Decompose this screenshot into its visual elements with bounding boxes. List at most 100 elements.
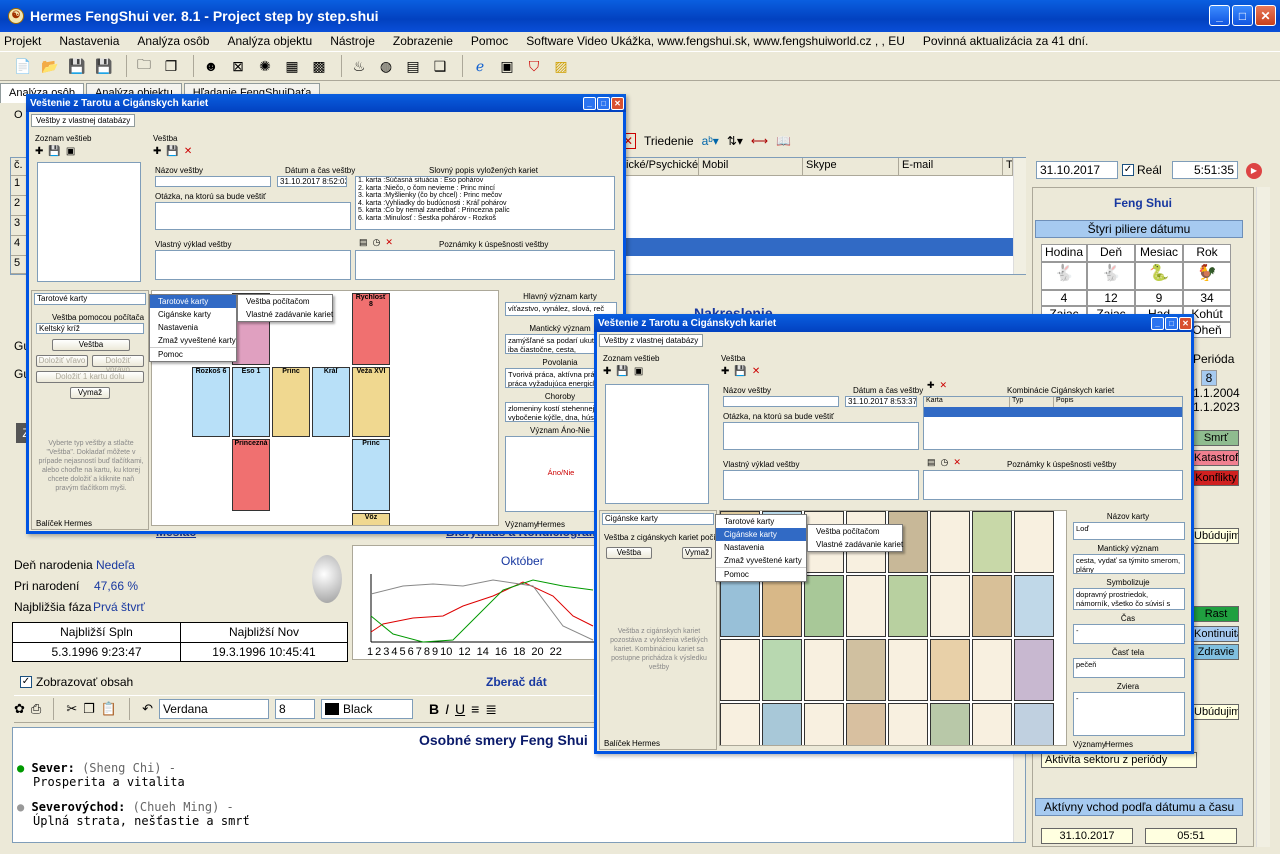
tarot-card[interactable]: Princezná bbox=[232, 439, 270, 511]
shield-icon[interactable]: ⛉ bbox=[523, 55, 545, 77]
dlg2-save2-icon[interactable]: 💾 bbox=[734, 366, 746, 377]
gypsy-card[interactable] bbox=[846, 703, 886, 745]
row-number[interactable]: 3 bbox=[11, 216, 27, 236]
dlg2-vyklad-input[interactable] bbox=[723, 470, 919, 500]
dlg1-vyznamy-tab[interactable]: Významy bbox=[505, 520, 538, 529]
cube-icon[interactable]: ▨ bbox=[550, 55, 572, 77]
menu-nastavenia[interactable]: Nastavenia bbox=[150, 321, 236, 334]
gypsy-card[interactable] bbox=[804, 575, 844, 637]
play-icon[interactable]: ▶ bbox=[1246, 163, 1262, 179]
submenu-vlastne[interactable]: Vlastné zadávanie kariet bbox=[238, 308, 333, 321]
align-center-icon[interactable]: ≣ bbox=[485, 701, 497, 718]
tarot-card[interactable]: Rychlosť 8 bbox=[352, 293, 390, 365]
font-select[interactable]: Verdana bbox=[158, 699, 269, 719]
dlg2-clock-icon[interactable]: ◷ bbox=[941, 457, 949, 468]
dlg1-vymaz-button[interactable]: Vymaž bbox=[70, 387, 110, 399]
row-number[interactable]: 4 bbox=[11, 236, 27, 256]
tarot-card[interactable]: Rozkoš 6 bbox=[192, 367, 230, 437]
gypsy-card[interactable] bbox=[930, 575, 970, 637]
dlg1-save-icon[interactable]: 💾 bbox=[48, 146, 60, 157]
size-select[interactable]: 8 bbox=[274, 699, 315, 719]
dlg2-min[interactable]: _ bbox=[1151, 316, 1164, 330]
dlg1-max[interactable]: □ bbox=[597, 96, 610, 110]
dlg2-komb-new-icon[interactable]: ✚ bbox=[927, 380, 935, 391]
col-header[interactable]: Te bbox=[1003, 158, 1013, 176]
copy-icon[interactable]: ❐ bbox=[160, 55, 182, 77]
gypsy-card[interactable] bbox=[888, 703, 928, 745]
komb-selected-row[interactable] bbox=[924, 407, 1182, 417]
new-file-icon[interactable]: 📄 bbox=[12, 55, 34, 77]
menu-nastroje[interactable]: Nástroje bbox=[330, 34, 375, 48]
menu-nastavenia[interactable]: Nastavenia bbox=[716, 541, 806, 554]
bold-icon[interactable]: B bbox=[429, 701, 439, 717]
gypsy-card[interactable] bbox=[972, 703, 1012, 745]
menu-nastavenia[interactable]: Nastavenia bbox=[59, 34, 119, 48]
gypsy-card[interactable] bbox=[846, 639, 886, 701]
right-scrollbar[interactable] bbox=[1256, 187, 1270, 847]
menu-projekt[interactable]: Projekt bbox=[4, 34, 41, 48]
menu-zmaz[interactable]: Zmaž vyveštené karty bbox=[716, 554, 806, 567]
dlg2-tab[interactable]: Veštby z vlastnej databázy bbox=[599, 334, 704, 347]
dlg1-note-icon[interactable]: ▤ bbox=[359, 237, 368, 248]
dlg1-clock-icon[interactable]: ◷ bbox=[373, 237, 381, 248]
submenu-pocitacom[interactable]: Veštba počítačom bbox=[238, 295, 332, 308]
dlg2-delete-icon[interactable]: ✕ bbox=[752, 366, 760, 377]
gypsy-card[interactable] bbox=[720, 575, 760, 637]
paint-icon[interactable]: ✿ bbox=[14, 701, 25, 717]
col-header[interactable]: Mobil bbox=[699, 158, 803, 176]
grid-icon[interactable]: ▦ bbox=[281, 55, 303, 77]
dlg2-poznamky-input[interactable] bbox=[923, 470, 1183, 500]
paste-icon[interactable]: 📋 bbox=[101, 701, 117, 717]
tarot-card[interactable]: Kráľ bbox=[312, 367, 350, 437]
dlg1-tab[interactable]: Veštby z vlastnej databázy bbox=[31, 114, 136, 127]
dlg2-note-delete-icon[interactable]: ✕ bbox=[953, 457, 961, 468]
gypsy-card[interactable] bbox=[762, 575, 802, 637]
dlg1-list[interactable] bbox=[37, 162, 141, 282]
align-left-icon[interactable]: ≡ bbox=[471, 701, 479, 717]
dlg1-save2-icon[interactable]: 💾 bbox=[166, 146, 178, 157]
row-number[interactable]: 2 bbox=[11, 196, 27, 216]
globe-icon[interactable]: ◍ bbox=[375, 55, 397, 77]
menu-analyza-osob[interactable]: Analýza osôb bbox=[137, 34, 209, 48]
color-select[interactable]: Black bbox=[320, 699, 413, 719]
sort-alpha-icon[interactable]: a͏ᵇ▾ bbox=[702, 134, 719, 148]
gypsy-card[interactable] bbox=[720, 639, 760, 701]
gypsy-card[interactable] bbox=[804, 639, 844, 701]
gypsy-card[interactable] bbox=[930, 511, 970, 573]
save-green-icon[interactable]: 💾 bbox=[93, 55, 115, 77]
gypsy-card[interactable] bbox=[1014, 703, 1054, 745]
cut-icon[interactable]: ✂ bbox=[66, 701, 77, 717]
calendar-icon[interactable]: ▤ bbox=[402, 55, 424, 77]
gypsy-card[interactable] bbox=[720, 703, 760, 745]
menu-zmaz[interactable]: Zmaž vyveštené karty bbox=[150, 334, 236, 347]
menu-pomoc[interactable]: Pomoc bbox=[471, 34, 508, 48]
tarot-card[interactable]: Vôz bbox=[352, 513, 390, 525]
dlg2-save-icon[interactable]: 💾 bbox=[616, 366, 628, 377]
dlg1-balicek[interactable]: Balíček bbox=[36, 519, 62, 528]
gypsy-card[interactable] bbox=[846, 575, 886, 637]
dlg1-nazov-input[interactable] bbox=[155, 176, 271, 187]
folder-icon[interactable]: 🗀 bbox=[133, 55, 155, 77]
dlg1-poznamky-input[interactable] bbox=[355, 250, 615, 280]
menu-tarot[interactable]: Tarotové karty bbox=[716, 515, 806, 528]
grid2-icon[interactable]: ▩ bbox=[308, 55, 330, 77]
ie-icon[interactable]: ℯ bbox=[469, 55, 491, 77]
window-icon[interactable]: ▣ bbox=[496, 55, 518, 77]
dlg1-popis-list[interactable]: 1. karta :Súčasná situácia : Eso pohárov… bbox=[355, 176, 615, 230]
minimize-button[interactable]: _ bbox=[1209, 5, 1230, 26]
open-folder-icon[interactable]: 📂 bbox=[39, 55, 61, 77]
dlg1-delete-icon[interactable]: ✕ bbox=[184, 146, 192, 157]
gypsy-card[interactable] bbox=[762, 703, 802, 745]
dlg1-vlavo-button[interactable]: Doložiť vľavo bbox=[36, 355, 88, 367]
komb-col[interactable]: Typ bbox=[1010, 397, 1054, 407]
col-header[interactable]: ické/Psychické bbox=[623, 158, 699, 176]
dlg1-hermes[interactable]: Hermes bbox=[64, 519, 92, 528]
cross-grid-icon[interactable]: ⊠ bbox=[227, 55, 249, 77]
menu-analyza-objektu[interactable]: Analýza objektu bbox=[227, 34, 312, 48]
close-button[interactable]: ✕ bbox=[1255, 5, 1276, 26]
dlg2-cards-select[interactable]: Cigánske karty bbox=[602, 513, 714, 525]
dlg2-otazka-input[interactable] bbox=[723, 422, 919, 450]
dlg1-new2-icon[interactable]: ✚ bbox=[153, 146, 161, 157]
gypsy-card[interactable] bbox=[930, 639, 970, 701]
dlg1-otazka-input[interactable] bbox=[155, 202, 351, 230]
